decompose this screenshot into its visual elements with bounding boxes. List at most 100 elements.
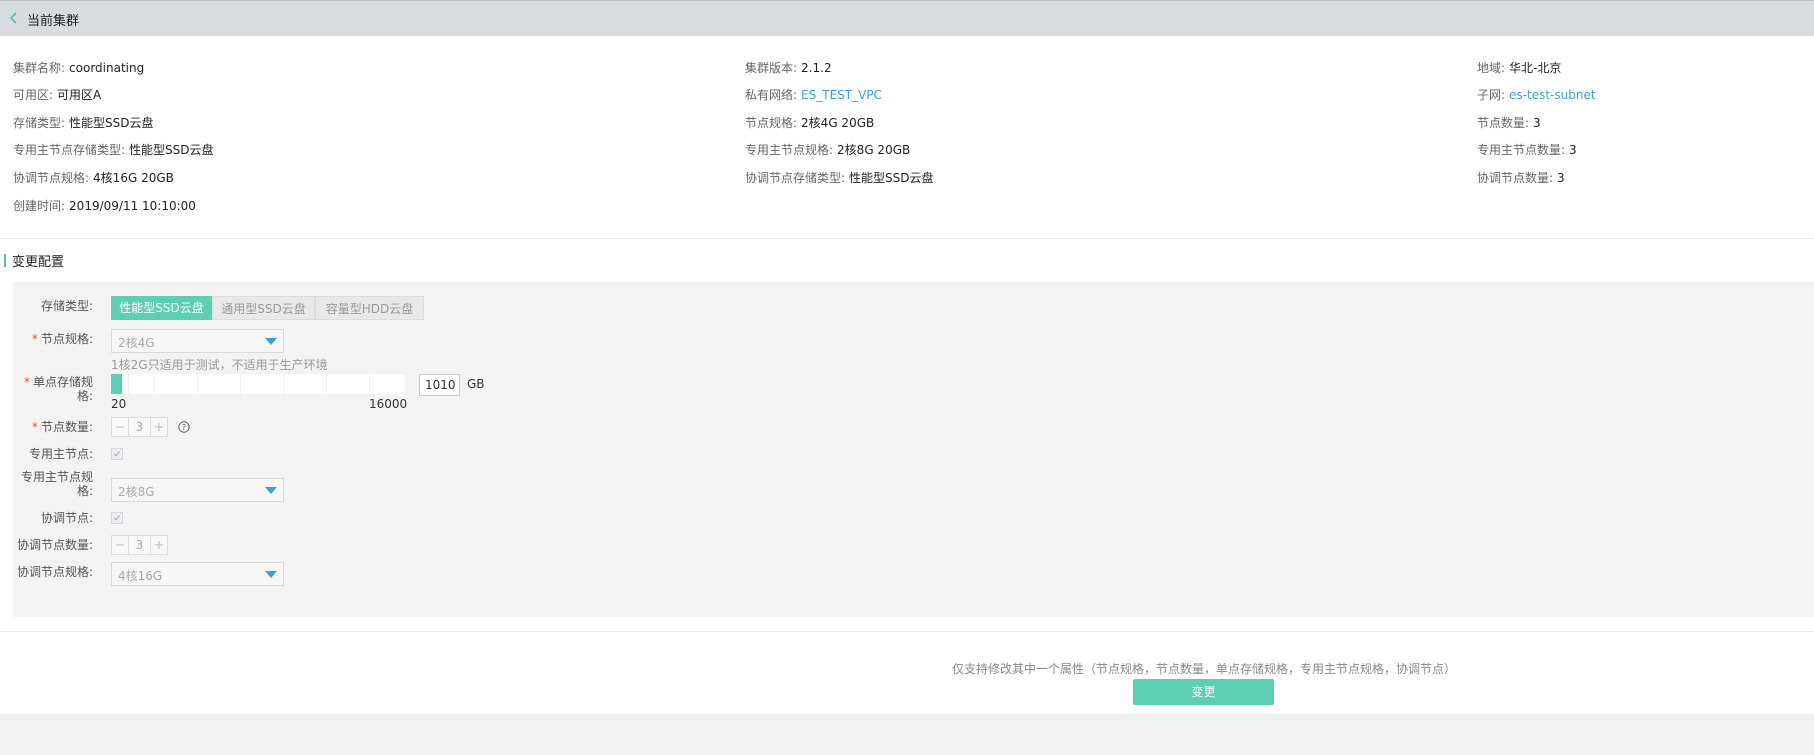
node-count-stepper[interactable]: 3	[111, 417, 168, 437]
node-spec-select[interactable]: 2核4G	[111, 329, 284, 353]
slider-tick	[283, 374, 284, 394]
subnet-link[interactable]: es-test-subnet	[1509, 88, 1596, 102]
slider-handle[interactable]	[122, 374, 129, 394]
coord-spec-label: 协调节点规格:	[16, 565, 93, 579]
coord-node-label: 协调节点:	[40, 511, 93, 525]
info-node-spec: 节点规格: 2核4G 20GB	[745, 114, 874, 132]
info-value: 2核4G 20GB	[801, 116, 875, 130]
slider-tick	[240, 374, 241, 394]
storage-option-capacity-hdd[interactable]: 容量型HDD云盘	[315, 296, 424, 320]
info-value: 3	[1557, 171, 1565, 185]
vpc-link[interactable]: ES_TEST_VPC	[801, 88, 882, 102]
submit-change-button[interactable]: 变更	[1133, 679, 1274, 705]
info-label: 节点数量:	[1477, 116, 1530, 130]
info-zone: 可用区: 可用区A	[13, 86, 101, 104]
info-label: 专用主节点规格:	[745, 143, 834, 157]
info-value: 2核8G 20GB	[837, 143, 911, 157]
node-count-label-text: 节点数量:	[40, 420, 93, 434]
info-label: 私有网络:	[745, 88, 798, 102]
master-spec-label: 专用主节点规格:	[20, 470, 93, 498]
info-value: 性能型SSD云盘	[129, 143, 214, 157]
chevron-down-icon	[265, 338, 277, 345]
info-master-spec: 专用主节点规格: 2核8G 20GB	[745, 141, 910, 159]
checkbox-icon	[113, 451, 120, 457]
svg-text:?: ?	[182, 423, 186, 432]
change-config-panel: 变更配置 存储类型: 性能型SSD云盘 通用型SSD云盘 容量型HDD云盘 * 节…	[0, 238, 1814, 714]
master-spec-value: 2核8G	[118, 485, 155, 499]
node-spec-label: * 节点规格:	[13, 332, 93, 346]
info-value: 2.1.2	[801, 61, 832, 75]
info-master-count: 专用主节点数量: 3	[1477, 141, 1577, 159]
chevron-down-icon	[265, 571, 277, 578]
coord-count-label: 协调节点数量:	[16, 538, 93, 552]
info-label: 可用区:	[13, 88, 54, 102]
info-coord-storage-type: 协调节点存储类型: 性能型SSD云盘	[745, 169, 934, 187]
info-subnet: 子网: es-test-subnet	[1477, 86, 1596, 104]
coord-spec-value: 4核16G	[118, 569, 163, 583]
chevron-left-icon[interactable]	[6, 10, 22, 26]
slider-tick	[369, 374, 370, 394]
info-coord-count: 协调节点数量: 3	[1477, 169, 1565, 187]
storage-type-label: 存储类型:	[40, 299, 93, 313]
info-value: 华北-北京	[1509, 61, 1562, 75]
info-value: 性能型SSD云盘	[69, 116, 154, 130]
info-value: coordinating	[69, 61, 145, 75]
info-storage-type: 存储类型: 性能型SSD云盘	[13, 114, 154, 132]
storage-size-label: * 单点存储规格:	[13, 375, 93, 403]
section-title: 变更配置	[12, 255, 65, 270]
info-value: 可用区A	[57, 88, 102, 102]
top-bar: 当前集群	[0, 0, 1814, 36]
node-count-label: * 节点数量:	[13, 420, 93, 434]
storage-size-unit: GB	[467, 377, 485, 391]
coord-node-checkbox[interactable]	[111, 512, 123, 524]
storage-size-input[interactable]: 1010	[419, 374, 460, 396]
cluster-info-panel: 集群名称: coordinating 集群版本: 2.1.2 地域: 华北-北京 可用…	[0, 36, 1814, 238]
info-label: 集群名称:	[13, 61, 66, 75]
slider-fill	[111, 374, 122, 394]
info-value: 2019/09/11 10:10:00	[69, 199, 196, 213]
required-mark: *	[31, 420, 38, 434]
minus-icon[interactable]	[112, 536, 129, 554]
storage-size-slider[interactable]	[111, 374, 405, 394]
node-spec-hint: 1核2G只适用于测试，不适用于生产环境	[111, 358, 328, 372]
required-mark: *	[31, 332, 38, 346]
info-region: 地域: 华北-北京	[1477, 59, 1561, 77]
config-form: 存储类型: 性能型SSD云盘 通用型SSD云盘 容量型HDD云盘 * 节点规格: …	[13, 282, 1814, 617]
slider-tick	[154, 374, 155, 394]
info-node-count: 节点数量: 3	[1477, 114, 1541, 132]
coord-count-stepper[interactable]: 3	[111, 535, 168, 555]
info-label: 节点规格:	[745, 116, 798, 130]
info-coord-spec: 协调节点规格: 4核16G 20GB	[13, 169, 174, 187]
storage-option-general-ssd[interactable]: 通用型SSD云盘	[212, 296, 315, 320]
master-node-checkbox[interactable]	[111, 448, 123, 460]
section-accent-bar	[4, 254, 6, 267]
coord-count-value: 3	[135, 538, 144, 552]
master-node-label: 专用主节点:	[28, 447, 93, 461]
checkbox-icon	[113, 515, 120, 521]
slider-tick	[197, 374, 198, 394]
master-spec-select[interactable]: 2核8G	[111, 478, 284, 502]
info-label: 协调节点规格:	[13, 171, 90, 185]
slider-tick	[326, 374, 327, 394]
plus-icon[interactable]	[150, 536, 167, 554]
info-value: 性能型SSD云盘	[849, 171, 934, 185]
info-master-storage-type: 专用主节点存储类型: 性能型SSD云盘	[13, 141, 214, 159]
info-label: 创建时间:	[13, 199, 66, 213]
slider-min-label: 20	[111, 397, 127, 411]
info-value: 3	[1569, 143, 1577, 157]
storage-option-performance-ssd[interactable]: 性能型SSD云盘	[111, 296, 212, 320]
coord-spec-select[interactable]: 4核16G	[111, 562, 284, 586]
plus-icon[interactable]	[150, 418, 167, 436]
page-title: 当前集群	[27, 14, 80, 29]
info-created-time: 创建时间: 2019/09/11 10:10:00	[13, 197, 196, 215]
info-value: 3	[1533, 116, 1541, 130]
info-label: 协调节点存储类型:	[745, 171, 846, 185]
info-label: 地域:	[1477, 61, 1506, 75]
minus-icon[interactable]	[112, 418, 129, 436]
info-label: 专用主节点数量:	[1477, 143, 1566, 157]
required-mark: *	[23, 375, 30, 389]
help-icon[interactable]: ?	[178, 421, 190, 433]
info-label: 子网:	[1477, 88, 1506, 102]
node-spec-value: 2核4G	[118, 336, 155, 350]
info-vpc: 私有网络: ES_TEST_VPC	[745, 86, 882, 104]
